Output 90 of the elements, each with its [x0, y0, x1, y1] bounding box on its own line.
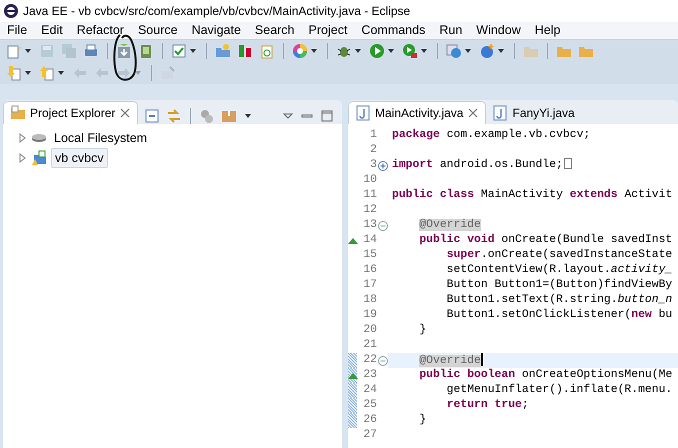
- editor-tab[interactable]: FanyYi.java: [486, 101, 581, 124]
- maximize-icon[interactable]: [320, 110, 334, 122]
- code-text: }: [418, 324, 426, 336]
- code-text: setContentView(R.layout.activity_: [446, 264, 672, 276]
- run-external-icon[interactable]: [402, 43, 418, 59]
- annotation-text: @Override: [419, 354, 481, 367]
- checkbox-icon[interactable]: [171, 43, 187, 59]
- dropdown-arrow-icon[interactable]: [25, 71, 31, 75]
- java-file-icon[interactable]: [355, 105, 371, 121]
- menu-item[interactable]: Refactor: [70, 21, 131, 40]
- line-number: 20: [363, 323, 377, 338]
- line-number: 26: [363, 413, 377, 428]
- editor-tab[interactable]: MainActivity.java: [348, 101, 486, 124]
- code-text: super.onCreate(savedInstanceState: [446, 249, 672, 261]
- tree-item[interactable]: Local Filesystem: [51, 128, 150, 148]
- line-number: 14: [363, 233, 377, 248]
- line-number: 16: [363, 263, 377, 278]
- line-number: 24: [363, 383, 377, 398]
- folder-icon[interactable]: [10, 105, 26, 121]
- download-icon[interactable]: [116, 43, 132, 59]
- code-text: Button1.setText(R.string.button_n: [446, 294, 672, 306]
- dropdown-arrow-icon[interactable]: [465, 49, 471, 53]
- tree-item[interactable]: vb cvbcv: [51, 148, 108, 168]
- code-text: getMenuInflater().inflate(R.menu.: [446, 384, 672, 396]
- line-number: 13: [363, 218, 377, 233]
- line-number: 25: [363, 398, 377, 413]
- code-text: public class MainActivity extends Activit: [392, 189, 672, 201]
- collapse-all-icon[interactable]: [144, 108, 160, 124]
- new-file-icon[interactable]: [6, 43, 22, 59]
- annotation-text: @Override: [419, 219, 481, 231]
- code-text: public boolean onCreateOptionsMenu(Me: [418, 369, 672, 381]
- window-title: Java EE - vb cvbcv/src/com/example/vb/cvbcv/MainActivity.java - Eclipse: [23, 3, 410, 20]
- line-number: 23: [363, 368, 377, 383]
- menu-item[interactable]: Run: [432, 21, 470, 40]
- expand-icon[interactable]: [378, 160, 388, 170]
- dropdown-arrow-icon[interactable]: [355, 49, 361, 53]
- menu-item[interactable]: Navigate: [184, 21, 248, 40]
- line-number: 2: [370, 143, 377, 158]
- dropdown-arrow-icon[interactable]: [25, 49, 31, 53]
- code-text: import android.os.Bundle;: [392, 159, 563, 171]
- code-text: Button1.setOnClickListener(new bu: [446, 309, 672, 321]
- dropdown-arrow-icon[interactable]: [58, 71, 64, 75]
- close-icon[interactable]: [119, 107, 132, 119]
- code-text: package com.example.vb.cvbcv;: [392, 129, 590, 141]
- dropdown-arrow-icon[interactable]: [421, 49, 427, 53]
- line-number: 3: [370, 158, 377, 173]
- folded-code-icon[interactable]: [564, 158, 572, 170]
- menu-item[interactable]: Commands: [354, 21, 432, 40]
- line-number: 19: [363, 308, 377, 323]
- code-text: Button Button1=(Button)findViewBy: [446, 279, 672, 291]
- dropdown-arrow-icon[interactable]: [190, 49, 196, 53]
- project-folder-icon: [31, 150, 47, 166]
- menu-item[interactable]: Source: [130, 21, 185, 40]
- class-file-icon[interactable]: [259, 43, 275, 59]
- eclipse-logo-icon: [3, 3, 19, 19]
- two-arrows-icon[interactable]: [166, 108, 182, 124]
- dropdown-arrow-icon[interactable]: [311, 49, 317, 53]
- line-number: 11: [363, 188, 377, 203]
- java-file-icon[interactable]: [492, 104, 508, 120]
- close-icon[interactable]: [467, 107, 480, 119]
- code-text: return true;: [446, 399, 529, 411]
- code-text: public void onCreate(Bundle savedInst: [418, 234, 672, 246]
- package-icon[interactable]: [221, 108, 238, 124]
- run-icon[interactable]: [369, 43, 385, 59]
- line-number: 12: [363, 203, 377, 218]
- line-number: 15: [363, 248, 377, 263]
- line-number: 21: [363, 338, 377, 353]
- line-number: 1: [370, 128, 377, 143]
- dropdown-arrow-icon[interactable]: [498, 49, 504, 53]
- dropdown-arrow-icon[interactable]: [388, 49, 394, 53]
- collapse-icon[interactable]: [378, 356, 388, 366]
- device-icon[interactable]: [138, 43, 154, 59]
- dropdown-arrow-icon[interactable]: [245, 114, 252, 118]
- menu-item[interactable]: Project: [302, 21, 354, 40]
- line-number: 17: [363, 278, 377, 293]
- folder-plus-icon[interactable]: [215, 43, 231, 59]
- collapse-icon[interactable]: [378, 220, 388, 230]
- code-text: }: [418, 414, 426, 426]
- menu-item[interactable]: Edit: [34, 21, 70, 40]
- color-wheel-icon[interactable]: [292, 43, 308, 59]
- printer-icon[interactable]: [83, 43, 99, 59]
- view-tab[interactable]: Project Explorer: [3, 101, 138, 124]
- menu-item[interactable]: Search: [248, 21, 302, 40]
- line-number: 10: [363, 173, 377, 188]
- line-number: 18: [363, 293, 377, 308]
- menu-item[interactable]: Help: [528, 21, 568, 40]
- line-number: 22: [363, 353, 377, 368]
- menu-item[interactable]: File: [0, 21, 34, 40]
- line-number: 27: [363, 428, 377, 443]
- menu-item[interactable]: Window: [469, 21, 528, 40]
